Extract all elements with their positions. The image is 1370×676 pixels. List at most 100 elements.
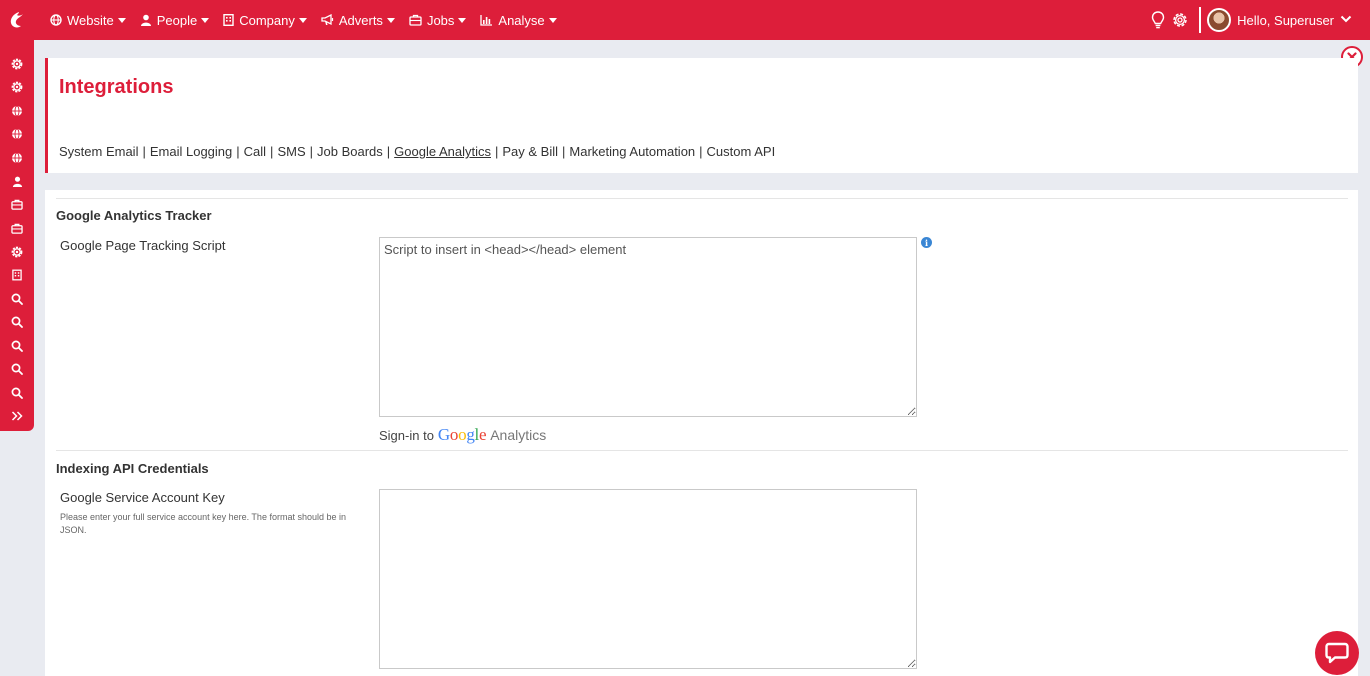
signin-product: Analytics <box>490 427 547 443</box>
signin-prefix: Sign-in to <box>379 427 434 443</box>
person-icon <box>12 176 22 187</box>
user-area: Hello, Superuser <box>1151 0 1370 40</box>
sidebar-item-globe-icon[interactable] <box>0 99 34 123</box>
search-icon <box>11 316 23 329</box>
briefcase-icon <box>409 14 422 26</box>
top-navbar: Website People Company Adverts Jobs Anal… <box>0 0 1370 40</box>
tab-google-analytics[interactable]: Google Analytics <box>394 144 491 159</box>
nav-company-label: Company <box>239 12 295 28</box>
info-icon[interactable]: i <box>921 237 932 248</box>
building-icon <box>223 14 234 26</box>
flame-logo-icon <box>10 12 23 28</box>
caret-down-icon <box>458 17 467 23</box>
tracking-script-textarea[interactable] <box>379 237 917 417</box>
tab-marketing-automation[interactable]: Marketing Automation <box>569 144 695 159</box>
tab-separator: | <box>309 144 313 159</box>
tab-separator: | <box>236 144 240 159</box>
sidebar-item-search-icon[interactable] <box>0 334 34 358</box>
nav-website-label: Website <box>67 12 114 28</box>
app-logo[interactable] <box>0 0 34 40</box>
page-title: Integrations <box>59 76 174 98</box>
nav-analyse-label: Analyse <box>498 12 545 28</box>
globe-icon <box>12 128 22 140</box>
sidebar-item-globe-icon[interactable] <box>0 123 34 147</box>
sidebar-item-briefcase-icon[interactable] <box>0 193 34 217</box>
person-icon <box>140 14 151 26</box>
sidebar-item-search-icon[interactable] <box>0 311 34 335</box>
sidebar-item-search-icon[interactable] <box>0 287 34 311</box>
sidebar-item-gear-icon[interactable] <box>0 52 34 76</box>
chat-button[interactable] <box>1315 631 1359 675</box>
double-chevron-right-icon <box>11 411 23 421</box>
tracker-section-title: Google Analytics Tracker <box>56 208 212 223</box>
globe-icon <box>50 14 62 26</box>
tab-separator: | <box>142 144 146 159</box>
settings-gear-icon[interactable] <box>1171 11 1189 29</box>
tab-separator: | <box>495 144 499 159</box>
chart-icon <box>480 15 493 26</box>
megaphone-icon <box>321 14 333 26</box>
caret-down-icon <box>201 17 210 23</box>
nav-website[interactable]: Website <box>50 13 126 28</box>
nav-company[interactable]: Company <box>223 13 307 28</box>
tab-separator: | <box>562 144 566 159</box>
tab-pay-bill[interactable]: Pay & Bill <box>502 144 558 159</box>
page-header: Integrations System Email | Email Logging |… <box>45 58 1358 173</box>
sidebar-item-search-icon[interactable] <box>0 381 34 405</box>
lightbulb-icon[interactable] <box>1151 11 1165 29</box>
briefcase-icon <box>11 223 23 234</box>
tab-sms[interactable]: SMS <box>277 144 305 159</box>
briefcase-icon <box>11 199 23 210</box>
tracking-script-label: Google Page Tracking Script <box>60 238 226 253</box>
tab-email-logging[interactable]: Email Logging <box>150 144 232 159</box>
tab-system-email[interactable]: System Email <box>59 144 138 159</box>
avatar[interactable] <box>1207 8 1232 32</box>
globe-icon <box>12 152 22 164</box>
tab-call[interactable]: Call <box>244 144 266 159</box>
globe-icon <box>12 105 22 117</box>
service-account-key-textarea[interactable] <box>379 489 917 669</box>
caret-down-icon <box>548 17 557 23</box>
gear-icon <box>11 246 23 258</box>
nav-analyse[interactable]: Analyse <box>480 12 557 28</box>
nav-people[interactable]: People <box>140 12 210 28</box>
sidebar-item-building-icon[interactable] <box>0 264 34 288</box>
indexing-section-title: Indexing API Credentials <box>56 461 209 476</box>
sidebar-item-search-icon[interactable] <box>0 358 34 382</box>
content-card: Google Analytics Tracker Google Page Tra… <box>45 190 1358 676</box>
user-greeting[interactable]: Hello, Superuser <box>1237 13 1334 28</box>
sidebar-item-briefcase-icon[interactable] <box>0 217 34 241</box>
sidebar-item-globe-icon[interactable] <box>0 146 34 170</box>
search-icon <box>11 293 23 305</box>
divider <box>56 198 1348 199</box>
nav-jobs[interactable]: Jobs <box>409 13 467 28</box>
topbar-divider <box>1199 7 1202 33</box>
gear-icon <box>11 58 23 70</box>
tab-separator: | <box>386 144 391 159</box>
sidebar-item-double-chevron-right-icon[interactable] <box>0 405 34 429</box>
chevron-down-icon[interactable] <box>1340 11 1352 29</box>
service-account-key-help: Please enter your full service account k… <box>60 512 346 535</box>
nav-adverts-label: Adverts <box>338 12 383 28</box>
google-analytics-signin-link[interactable]: Sign-in to Google Analytics <box>379 425 546 445</box>
caret-down-icon <box>386 17 395 23</box>
sidebar-item-gear-icon[interactable] <box>0 76 34 100</box>
sidebar-item-gear-icon[interactable] <box>0 240 34 264</box>
sidebar-item-person-icon[interactable] <box>0 170 34 194</box>
search-icon <box>11 363 23 376</box>
caret-down-icon <box>298 17 307 23</box>
main-nav: Website People Company Adverts Jobs Anal… <box>50 13 571 28</box>
building-icon <box>12 269 22 281</box>
integration-tabs: System Email | Email Logging | Call | SMS | Job … <box>59 144 775 159</box>
search-icon <box>11 340 23 352</box>
google-logo-icon: Google <box>437 425 487 444</box>
search-icon <box>11 387 23 399</box>
tab-custom-api[interactable]: Custom API <box>707 144 776 159</box>
nav-adverts[interactable]: Adverts <box>321 13 395 28</box>
sidebar <box>0 40 34 431</box>
tab-separator: | <box>270 144 274 159</box>
tab-separator: | <box>699 144 703 159</box>
tab-job-boards[interactable]: Job Boards <box>317 144 383 159</box>
service-account-key-label: Google Service Account Key <box>60 490 225 505</box>
nav-people-label: People <box>156 12 198 28</box>
